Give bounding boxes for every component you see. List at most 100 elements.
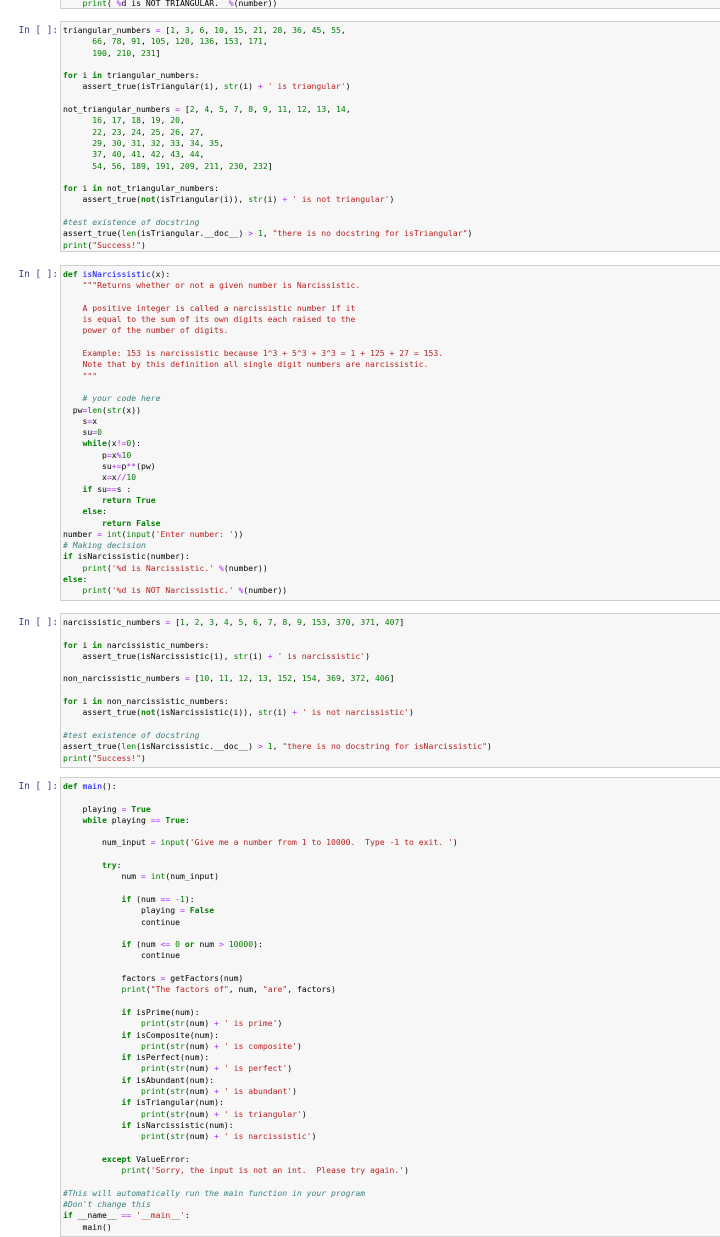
code-line: assert_true(len(isNarcissistic.__doc__) …	[63, 741, 492, 752]
code-line: s=x	[63, 415, 98, 426]
code-line: # your code here	[82, 393, 161, 404]
cell-code[interactable]: print( %d is NOT TRIANGULAR. %(number))	[63, 0, 278, 9]
code-line: except ValueError:	[101, 1153, 190, 1164]
code-line: ​	[63, 996, 458, 1007]
code-line: if su==s :	[82, 483, 132, 494]
code-line: return False	[101, 517, 161, 528]
code-line: narcissistic_numbers = [1, 2, 3, 4, 5, 6…	[63, 617, 405, 627]
code-line: try:	[101, 860, 122, 871]
code-cell[interactable]: print( %d is NOT TRIANGULAR. %(number))	[0, 0, 720, 9]
code-line: ​	[63, 662, 492, 673]
code-line: print(str(num) + ' is narcissistic')	[140, 1131, 317, 1142]
code-line: assert_true(not(isNarcissistic(i)), str(…	[63, 707, 414, 718]
code-line: print(str(num) + ' is composite')	[140, 1040, 302, 1051]
code-line: ​	[63, 93, 472, 104]
code-line: su=0	[63, 427, 102, 438]
code-line: print( %d is NOT TRIANGULAR. %(number))	[82, 0, 278, 8]
code-line: ​	[63, 849, 458, 860]
code-line: print("The factors of", num, "are", fact…	[121, 984, 336, 995]
code-line: for i in triangular_numbers:	[63, 70, 200, 81]
code-line: triangular_numbers = [1, 3, 6, 10, 15, 2…	[63, 25, 346, 35]
code-line: ​	[63, 685, 492, 696]
code-line: for i in not_triangular_numbers:	[63, 183, 219, 194]
code-line: su+=p**(pw)	[63, 461, 156, 472]
code-line: 54, 56, 189, 191, 209, 211, 230, 232]	[92, 160, 273, 171]
cell-code[interactable]: narcissistic_numbers = [1, 2, 3, 4, 5, 6…	[63, 617, 492, 764]
code-line: if __name__ == '__main__':	[63, 1210, 190, 1221]
code-line: # Making decision	[63, 540, 146, 551]
cell-code[interactable]: triangular_numbers = [1, 3, 6, 10, 15, 2…	[63, 25, 472, 251]
code-line: continue	[63, 916, 180, 927]
code-line: #test existence of docstring	[63, 217, 200, 228]
cell-prompt: In [ ]:	[18, 269, 58, 280]
code-line: ​	[63, 59, 472, 70]
code-line: factors = getFactors(num)	[63, 973, 244, 984]
code-line: #Don't change this	[63, 1198, 151, 1209]
code-line: else:	[82, 506, 107, 517]
code-line: 37, 40, 41, 42, 43, 44,	[92, 149, 205, 160]
code-line: ​	[63, 962, 458, 973]
code-line: 29, 30, 31, 32, 33, 34, 35,	[92, 137, 224, 148]
code-line: print('Sorry, the input is not an int. P…	[121, 1165, 409, 1176]
code-line: playing = False	[63, 905, 215, 916]
code-line: print('%d is Narcissistic.' %(number))	[82, 562, 268, 573]
code-line: #test existence of docstring	[63, 729, 200, 740]
code-line: #This will automatically run the main fu…	[63, 1187, 366, 1198]
code-line: if isNarcissistic(number):	[63, 551, 190, 562]
code-line: return True	[101, 494, 156, 505]
code-line: ​	[63, 382, 443, 393]
code-line: """Returns whether or not a given number…	[82, 280, 361, 291]
code-line: while playing == True:	[82, 814, 190, 825]
code-line: if isPrime(num):	[121, 1006, 200, 1017]
code-line: """	[63, 370, 98, 381]
code-line: A positive integer is called a narcissis…	[63, 302, 356, 313]
code-line: while(x!=0):	[82, 438, 142, 449]
code-line: num = int(num_input)	[63, 871, 219, 882]
code-cell[interactable]: In [ ]: triangular_numbers = [1, 3, 6, 10…	[0, 21, 720, 252]
code-cell[interactable]: In [ ]: narcissistic_numbers = [1, 2, 3, …	[0, 613, 720, 768]
code-line: print("Success!")	[63, 239, 146, 250]
code-line: def isNarcissistic(x):	[63, 269, 171, 279]
code-line: not_triangular_numbers = [2, 4, 5, 7, 8,…	[63, 104, 351, 115]
code-cell[interactable]: In [ ]: def isNarcissistic(x): """Returns…	[0, 265, 720, 601]
code-line: power of the number of digits.	[63, 325, 229, 336]
code-line: ​	[63, 628, 492, 639]
code-line: ​	[63, 172, 472, 183]
code-line: def main():	[63, 781, 117, 791]
cell-prompt: In [ ]:	[18, 25, 58, 36]
code-line: 66, 78, 91, 105, 120, 136, 153, 171,	[92, 36, 268, 47]
code-line: print('%d is NOT Narcissistic.' %(number…	[82, 585, 288, 596]
code-line: ​	[63, 337, 443, 348]
code-line: Note that by this definition all single …	[63, 359, 429, 370]
code-line: assert_true(len(isTriangular.__doc__) > …	[63, 228, 473, 239]
code-line: if isPerfect(num):	[121, 1052, 210, 1063]
code-line: ​	[63, 792, 458, 803]
code-line: num_input = input('Give me a number from…	[63, 837, 458, 848]
code-cell[interactable]: In [ ]:def main():​ playing = True while…	[0, 777, 720, 1237]
cell-prompt: In [ ]:	[18, 617, 58, 628]
code-line: non_narcissistic_numbers = [10, 11, 12, …	[63, 673, 395, 684]
code-line: print(str(num) + ' is abundant')	[140, 1086, 297, 1097]
code-line: if isTriangular(num):	[121, 1097, 224, 1108]
cell-prompt: In [ ]:	[18, 781, 58, 792]
code-line: is equal to the sum of its own digits ea…	[63, 314, 356, 325]
code-line: if isNarcissistic(num):	[121, 1119, 234, 1130]
code-line: for i in non_narcissistic_numbers:	[63, 696, 229, 707]
cell-code[interactable]: def isNarcissistic(x): """Returns whethe…	[63, 269, 443, 597]
code-line: print("Success!")	[63, 752, 146, 763]
cell-code[interactable]: def main():​ playing = True while playin…	[63, 781, 458, 1233]
code-line: x=x//10	[63, 472, 137, 483]
code-line: ​	[63, 1176, 458, 1187]
code-line: print(str(num) + ' is prime')	[140, 1018, 283, 1029]
code-line: assert_true(isNarcissistic(i), str(i) + …	[63, 650, 371, 661]
code-line: Example: 153 is narcissistic because 1^3…	[63, 348, 444, 359]
code-line: print(str(num) + ' is triangular')	[140, 1108, 307, 1119]
code-line: ​	[63, 883, 458, 894]
code-line: ​	[63, 206, 472, 217]
code-line: p=x%10	[63, 449, 132, 460]
code-line: playing = True	[63, 803, 151, 814]
code-line: if isAbundant(num):	[121, 1074, 215, 1085]
code-line: main()	[63, 1221, 112, 1232]
code-line: ​	[63, 826, 458, 837]
code-line: continue	[63, 950, 180, 961]
